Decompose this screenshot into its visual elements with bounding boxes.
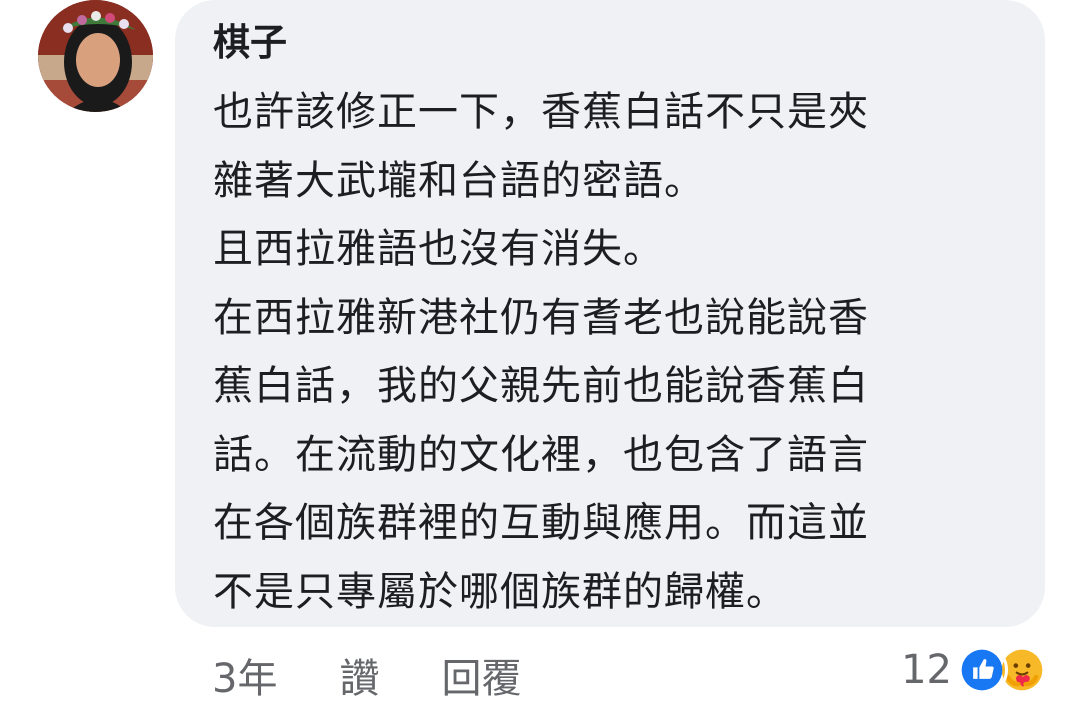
like-icon [956,644,1008,696]
comment-line: 話。在流動的文化裡，也包含了語言 [213,431,869,478]
comment-author[interactable]: 棋子 [213,12,1005,78]
reaction-summary[interactable]: 12 [901,642,1048,698]
comment-line: 在西拉雅新港社仍有耆老也說能說香 [213,294,869,341]
comment-line: 且西拉雅語也沒有消失。 [213,226,664,272]
reply-button[interactable]: 回覆 [441,646,521,704]
comment-actions: 3年 讚 回覆 [212,645,521,705]
comment-line: 在各個族群裡的互動與應用。而這並 [213,500,869,546]
comment-line: 不是只專屬於哪個族群的歸權。 [213,568,787,615]
comment-line: 蕉白話，我的父親先前也能說香蕉白 [213,363,869,409]
comment-line: 也許該修正一下，香蕉白話不只是夾 [213,89,869,135]
comment-line: 雜著大武壠和台語的密語。 [213,157,705,204]
comment: 棋子 也許該修正一下，香蕉白話不只是夾 雜著大武壠和台語的密語。 且西拉雅語也沒… [0,0,1080,710]
comment-text: 也許該修正一下，香蕉白話不只是夾 雜著大武壠和台語的密語。 且西拉雅語也沒有消失… [213,78,1005,626]
avatar[interactable] [38,0,153,112]
reaction-count: 12 [901,647,952,693]
comment-timestamp[interactable]: 3年 [212,646,277,704]
comment-bubble: 棋子 也許該修正一下，香蕉白話不只是夾 雜著大武壠和台語的密語。 且西拉雅語也沒… [175,0,1045,627]
like-button[interactable]: 讚 [339,646,379,704]
